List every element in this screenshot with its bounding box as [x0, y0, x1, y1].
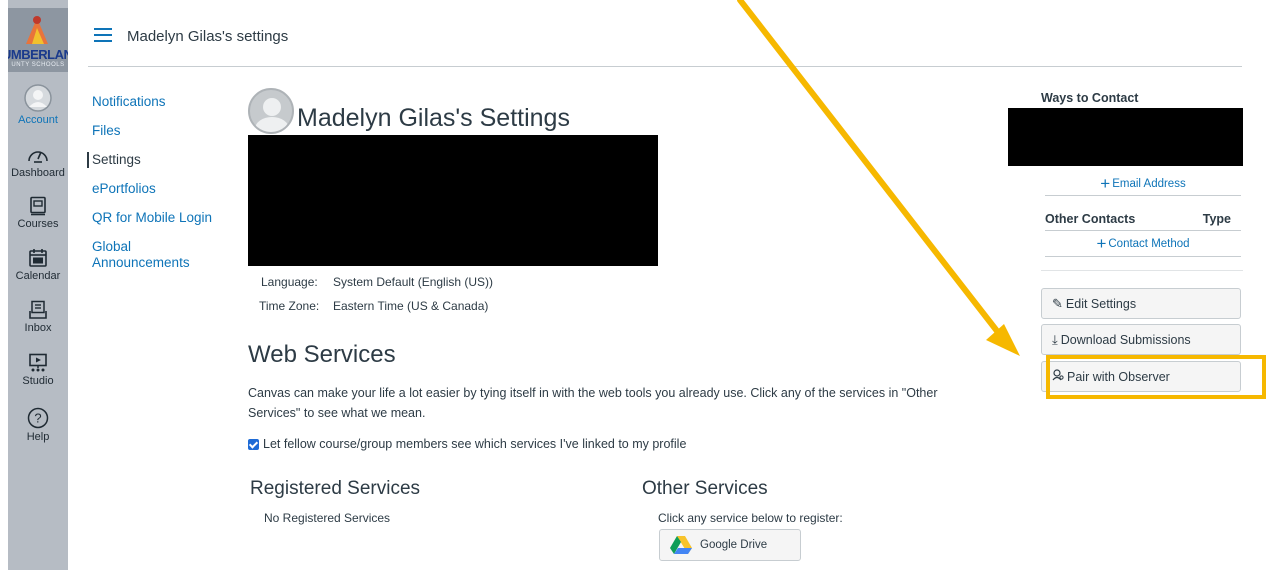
annotation-arrow-icon	[737, 0, 1020, 356]
